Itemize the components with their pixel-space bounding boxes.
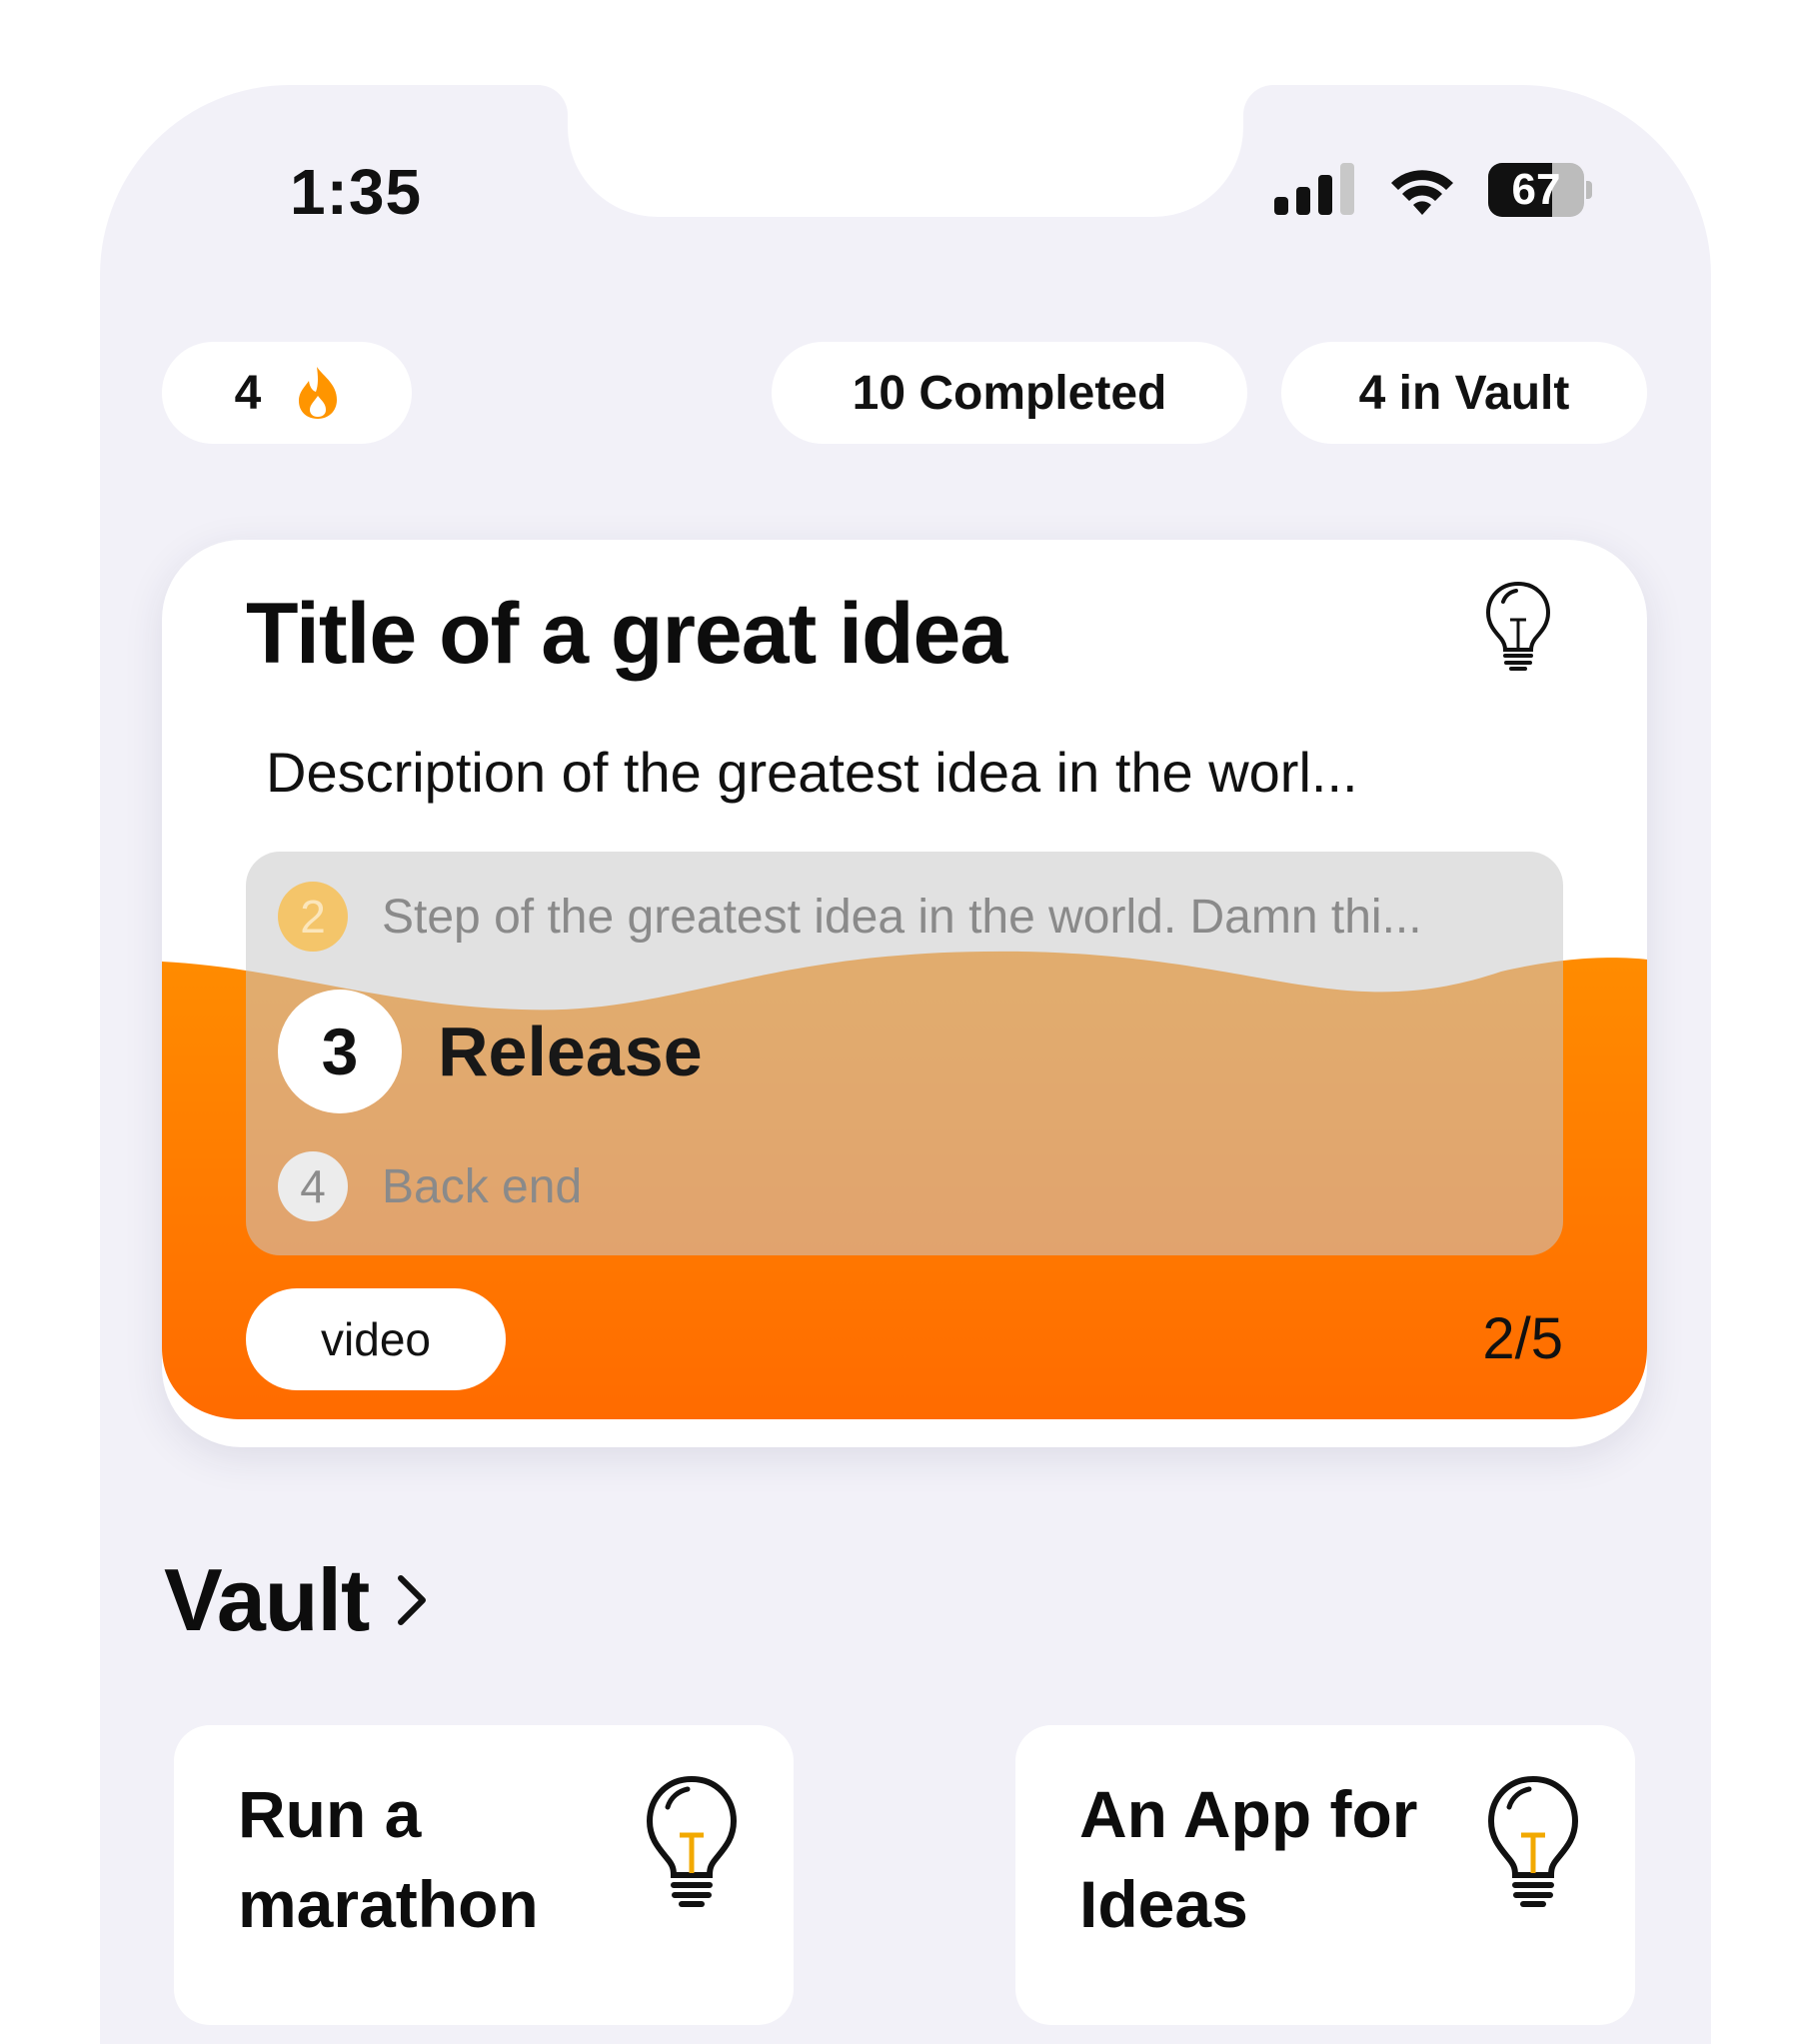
- category-tag[interactable]: video: [246, 1288, 506, 1390]
- vault-item-title: An App for Ideas: [1079, 1777, 1418, 1941]
- streak-count: 4: [234, 366, 262, 420]
- steps-carousel[interactable]: 2 Step of the greatest idea in the world…: [246, 852, 1563, 1255]
- previous-step-number: 2: [278, 882, 348, 952]
- current-step-number: 3: [278, 990, 402, 1113]
- streak-pill[interactable]: 4: [162, 342, 412, 444]
- current-step[interactable]: 3 Release: [278, 990, 703, 1113]
- previous-step-text: Step of the greatest idea in the world. …: [382, 890, 1422, 944]
- status-icons: 67: [1274, 160, 1592, 220]
- featured-idea-card[interactable]: Title of a great idea Description of the…: [162, 540, 1647, 1447]
- idea-title: Title of a great idea: [246, 586, 1007, 682]
- vault-header[interactable]: Vault: [164, 1549, 429, 1651]
- cellular-signal-icon: [1274, 163, 1354, 215]
- lightbulb-icon: [1485, 581, 1551, 671]
- notch-corner: [1243, 85, 1273, 115]
- idea-description: Description of the greatest idea in the …: [266, 741, 1358, 804]
- previous-step[interactable]: 2 Step of the greatest idea in the world…: [278, 882, 1422, 952]
- device-notch: [568, 85, 1243, 217]
- vault-count-pill[interactable]: 4 in Vault: [1281, 342, 1647, 444]
- vault-item-card[interactable]: An App for Ideas: [1015, 1725, 1635, 2025]
- current-step-text: Release: [438, 1013, 703, 1090]
- completed-pill[interactable]: 10 Completed: [772, 342, 1247, 444]
- step-progress: 2/5: [1482, 1306, 1563, 1371]
- next-step-text: Back end: [382, 1159, 583, 1213]
- wifi-icon: [1391, 170, 1453, 215]
- battery-icon: 67: [1488, 163, 1592, 217]
- flame-icon: [299, 367, 338, 419]
- status-time: 1:35: [290, 156, 423, 228]
- chevron-right-icon: [398, 1575, 427, 1625]
- vault-item-card[interactable]: Run a marathon: [174, 1725, 794, 2025]
- vault-title: Vault: [164, 1550, 370, 1649]
- next-step[interactable]: 4 Back end: [278, 1151, 582, 1221]
- lightbulb-icon: [1487, 1775, 1579, 1907]
- battery-level-text: 67: [1511, 165, 1561, 214]
- lightbulb-icon: [646, 1775, 738, 1907]
- next-step-number: 4: [278, 1151, 348, 1221]
- vault-item-title: Run a marathon: [238, 1777, 539, 1941]
- notch-corner: [538, 85, 568, 115]
